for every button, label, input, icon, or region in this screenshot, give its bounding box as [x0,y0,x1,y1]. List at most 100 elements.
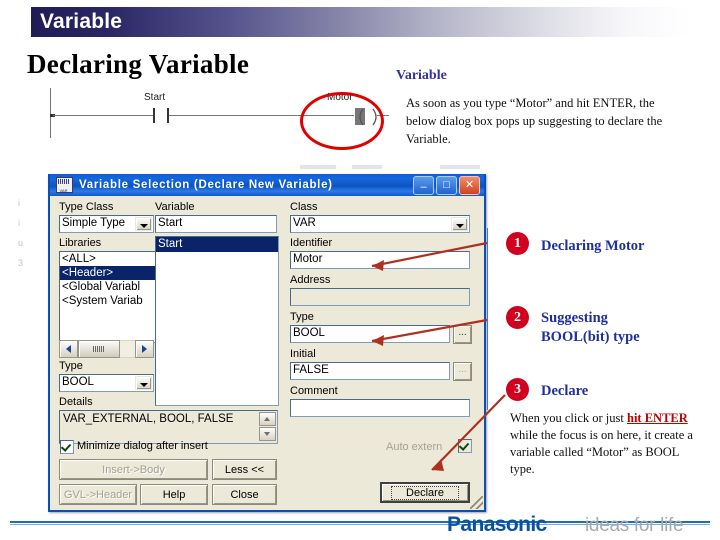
ladder-contact-bar-left [153,108,155,123]
details-textarea[interactable]: VAR_EXTERNAL, BOOL, FALSE [59,410,278,444]
identifier-input[interactable]: Motor [290,251,470,269]
background-text-3: u [18,238,24,248]
help-button[interactable]: Help [140,484,208,505]
declare-label: Declare [391,485,459,500]
close-icon: ✕ [464,178,475,191]
callout-badge-3: 3 [506,378,529,401]
dialog-titlebar[interactable]: Variable Selection (Declare New Variable… [50,174,484,196]
scroll-down-icon[interactable] [259,427,276,441]
panasonic-tagline: ideas for life [585,515,684,536]
insert-body-label: Insert->Body [102,463,165,476]
background-text-4: 3 [18,258,24,268]
scroll-right-icon[interactable] [135,340,154,358]
minimize-dialog-checkbox[interactable] [60,440,74,454]
type-input-right[interactable]: BOOL [290,325,450,343]
ladder-left-rail [50,88,51,138]
motor-highlight-circle [300,92,384,150]
declare-button[interactable]: Declare [380,482,470,503]
variable-selection-dialog[interactable]: Variable Selection (Declare New Variable… [48,174,486,512]
close-button[interactable]: ✕ [459,175,480,195]
resize-grip[interactable] [470,496,483,509]
details-value: VAR_EXTERNAL, BOOL, FALSE [63,413,234,425]
annotation-guide-line [487,228,488,410]
libraries-label: Libraries [59,237,102,249]
comment-input[interactable] [290,399,470,417]
libraries-horizontal-scrollbar[interactable] [59,340,154,358]
type-browse-label: ... [458,327,467,338]
scroll-left-icon[interactable] [59,340,78,358]
identifier-value: Motor [293,253,323,265]
variable-input-value: Start [158,217,183,229]
insert-body-button[interactable]: Insert->Body [59,459,208,480]
dialog-title: Variable Selection (Declare New Variable… [79,179,333,191]
identifier-label: Identifier [290,237,333,249]
ladder-contact-label: Start [144,92,166,103]
less-label: Less << [224,463,265,476]
less-button[interactable]: Less << [212,459,277,480]
type-class-combo[interactable]: Simple Type [59,215,154,233]
close-dialog-button[interactable]: Close [212,484,277,505]
address-input[interactable] [290,288,470,306]
class-combo[interactable]: VAR [290,215,470,233]
variable-window-icon [56,177,73,193]
variable-label: Variable [155,201,195,213]
callout-title-2-line2: BOOL(bit) type [541,329,640,345]
minimize-button[interactable]: – [413,175,434,195]
list-item[interactable]: <Global Variabl [60,280,155,294]
type-value-right: BOOL [293,327,325,339]
type-class-label: Type Class [59,201,114,213]
type-label-right: Type [290,311,314,323]
maximize-button[interactable]: □ [436,175,457,195]
page-title: Declaring Variable [27,49,250,79]
maximize-icon: □ [443,178,450,191]
type-browse-button[interactable]: ... [453,325,472,344]
callout-title-2-line1: Suggesting [541,310,608,326]
panasonic-logo: Panasonic [447,513,547,536]
class-value: VAR [293,217,316,229]
callout-body-3-highlight: hit ENTER [627,411,688,425]
address-label: Address [290,274,331,286]
initial-label: Initial [290,348,316,360]
variable-listbox[interactable]: Start [155,236,279,406]
titlebar-button-group: – □ ✕ [413,175,484,195]
help-label: Help [162,488,186,501]
class-label: Class [290,201,318,213]
callout-title-3: Declare [541,383,589,399]
initial-browse-button[interactable]: ... [453,362,472,381]
scrollbar-track[interactable] [120,340,135,358]
auto-extern-label: Auto extern [386,441,443,453]
right-panel-heading: Variable [396,68,447,83]
gvl-header-button[interactable]: GVL->Header [59,484,137,505]
list-item[interactable]: <Header> [60,266,155,280]
details-label: Details [59,396,93,408]
background-text-2: i [18,218,20,228]
callout-title-1: Declaring Motor [541,238,645,254]
list-item[interactable]: <ALL> [60,252,155,266]
background-ruler-tick-group-1 [300,165,336,169]
chevron-down-icon[interactable] [135,217,152,231]
initial-browse-label: ... [458,364,467,375]
slide-header-title: Variable [40,10,123,33]
auto-extern-checkbox[interactable] [458,439,472,453]
gvl-header-label: GVL->Header [63,488,133,501]
scroll-up-icon[interactable] [259,412,276,426]
minimize-dialog-label: Minimize dialog after insert [77,440,208,452]
slide-header-bar [31,7,691,37]
close-dialog-label: Close [230,488,259,501]
chevron-down-icon[interactable] [451,217,468,231]
comment-label: Comment [290,385,338,397]
initial-input[interactable]: FALSE [290,362,450,380]
variable-input[interactable]: Start [155,215,277,233]
libraries-listbox[interactable]: <ALL> <Header> <Global Variabl <System V… [59,251,156,343]
background-ruler-tick-group-3 [440,165,480,169]
callout-badge-1: 1 [506,232,529,255]
chevron-down-icon[interactable] [135,376,152,390]
callout-badge-2: 2 [506,306,529,329]
type-value-left: BOOL [62,376,94,388]
ladder-wire-left [53,115,153,116]
list-item[interactable]: Start [156,237,278,252]
scrollbar-thumb[interactable] [78,340,120,358]
list-item[interactable]: <System Variab [60,294,155,308]
type-combo-left[interactable]: BOOL [59,374,154,392]
callout-title-2: Suggesting BOOL(bit) type [541,309,640,347]
